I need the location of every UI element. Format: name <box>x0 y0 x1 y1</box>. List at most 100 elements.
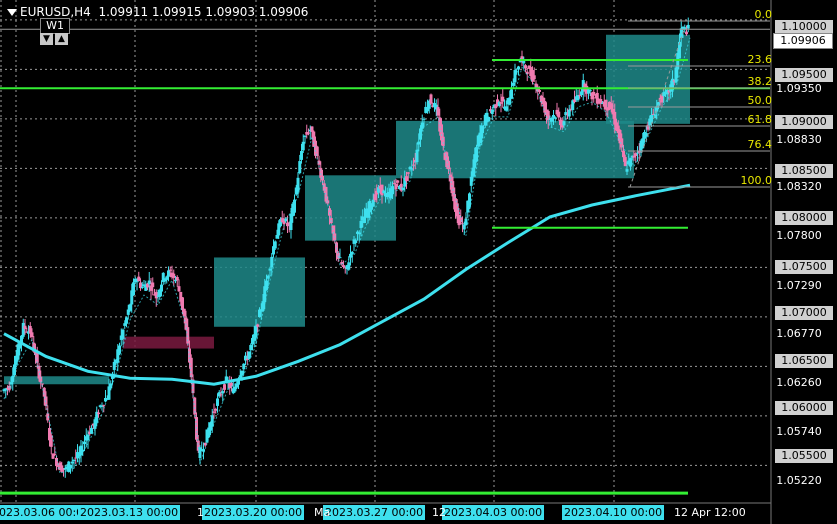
candle-body <box>538 90 541 92</box>
candle-body <box>216 398 219 406</box>
candle-body <box>265 280 268 290</box>
candle-body <box>686 24 690 29</box>
time-axis-label: 2023.04.03 00:00 <box>442 505 545 520</box>
candle-body <box>37 365 41 379</box>
candle-body <box>70 461 74 464</box>
time-axis-label: 2023.03.13 00:00 <box>78 505 181 520</box>
candle-body <box>30 332 34 338</box>
candle-body <box>634 153 638 156</box>
candle-body <box>580 91 583 96</box>
candle-body <box>132 282 135 296</box>
candle-body <box>471 167 475 177</box>
price-axis-label: 1.05740 <box>776 425 822 438</box>
symbol-info: EURUSD,H4 <box>20 5 91 19</box>
candle-body <box>357 232 361 235</box>
candle-body <box>172 273 176 278</box>
candle-body <box>464 218 468 226</box>
candle-body <box>97 412 100 415</box>
candle-body <box>532 75 536 80</box>
candle-body <box>21 322 25 337</box>
candle-body <box>13 364 16 376</box>
candle-body <box>557 111 561 118</box>
candle-body <box>392 183 396 185</box>
candle-body <box>160 284 163 292</box>
candle-body <box>151 282 155 288</box>
candle-body <box>595 92 599 104</box>
price-axis-label: 1.06260 <box>776 376 822 389</box>
candle-body <box>221 391 225 394</box>
candle-body <box>469 176 473 186</box>
candle-body <box>632 155 636 158</box>
candle-body <box>499 102 503 104</box>
demand-zone <box>396 120 494 179</box>
candle-body <box>69 464 72 469</box>
price-axis-label: 1.08500 <box>775 164 833 178</box>
candle-body <box>147 280 151 285</box>
candle-body <box>487 116 491 122</box>
candle-body <box>165 276 169 280</box>
candle-body <box>182 308 186 317</box>
candle-body <box>83 441 86 445</box>
candle-body <box>212 411 216 413</box>
candle-body <box>177 286 181 292</box>
candle-body <box>354 240 358 244</box>
candle-body <box>217 392 221 397</box>
candle-body <box>382 190 386 194</box>
candle-body <box>636 152 639 154</box>
candle-body <box>646 124 650 130</box>
candle-body <box>154 292 158 299</box>
price-axis-label: 1.09350 <box>776 82 822 95</box>
candle-body <box>482 127 485 129</box>
candle-body <box>550 117 554 122</box>
timeframe-up-icon[interactable]: ▲ <box>55 33 68 45</box>
timeframe-down-icon[interactable]: ▼ <box>40 33 53 45</box>
candle-body <box>401 187 405 191</box>
candle-body <box>102 405 106 407</box>
candle-body <box>128 304 132 311</box>
candle-body <box>300 151 303 160</box>
candle-body <box>380 184 384 196</box>
timeframe-label[interactable]: W1 <box>40 18 70 34</box>
candle-body <box>298 161 302 174</box>
candle-body <box>137 276 141 282</box>
candle-body <box>242 363 246 370</box>
time-axis-label: 2023.03.20 00:00 <box>202 505 305 520</box>
price-axis-label: 1.05220 <box>776 474 822 487</box>
timeframe-control: W1 ▼ ▲ <box>38 18 70 46</box>
price-axis-label: 1.08830 <box>776 133 822 146</box>
candle-body <box>517 66 520 70</box>
candle-body <box>342 265 345 268</box>
collapse-triangle-icon[interactable] <box>7 9 17 16</box>
candle-body <box>501 96 505 102</box>
fibonacci-level-label: 50.0 <box>747 94 773 107</box>
price-chart[interactable] <box>0 0 837 524</box>
price-axis-label: 1.08000 <box>775 211 833 225</box>
candle-body <box>219 394 223 396</box>
candle-body <box>644 132 648 137</box>
price-axis-label: 1.06770 <box>776 327 822 340</box>
candle-body <box>373 194 377 201</box>
price-axis-label: 1.07290 <box>776 279 822 292</box>
candle-body <box>240 370 244 376</box>
candle-body <box>249 345 253 351</box>
candle-body <box>524 65 527 69</box>
price-axis-label: 1.07500 <box>775 260 833 274</box>
candle-body <box>490 109 494 114</box>
candle-body <box>23 325 27 329</box>
time-axis-label: 12 Apr 12:00 <box>674 506 746 519</box>
candle-body <box>118 345 121 354</box>
candle-body <box>567 109 571 117</box>
time-axis-label: 1 <box>197 506 204 519</box>
candle-body <box>293 199 296 213</box>
price-axis-label: 1.09000 <box>775 115 833 129</box>
candle-body <box>4 388 8 391</box>
candle-body <box>436 106 440 116</box>
candle-body <box>223 384 226 390</box>
candle-body <box>72 459 76 461</box>
candle-body <box>510 89 513 99</box>
price-axis-label: 1.05500 <box>775 449 833 463</box>
candle-body <box>396 180 400 183</box>
candle-body <box>573 99 576 103</box>
candle-body <box>266 275 270 279</box>
candle-body <box>121 329 125 339</box>
